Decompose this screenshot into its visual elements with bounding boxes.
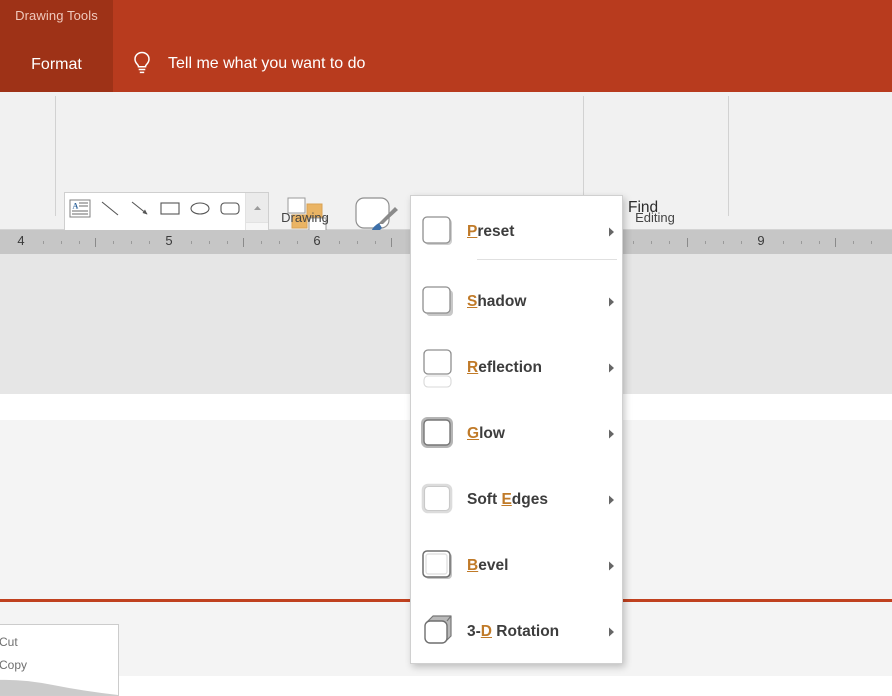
menu-item-soft-edges[interactable]: Soft Edges <box>411 470 622 530</box>
menu-item-label-rest: reset <box>477 223 514 240</box>
tell-me-label: Tell me what you want to do <box>168 55 365 73</box>
submenu-arrow-icon <box>600 227 622 237</box>
accelerator-key: P <box>467 223 477 240</box>
ruler-number: 5 <box>165 233 172 248</box>
group-divider <box>728 96 729 216</box>
menu-item-label: Shadow <box>467 293 600 311</box>
menu-item-bevel[interactable]: Bevel <box>411 536 622 596</box>
shadow-effect-icon <box>411 272 467 332</box>
accelerator-key: E <box>501 491 511 508</box>
ribbon-title-bar: Drawing Tools Format Tell me what you wa… <box>0 0 892 92</box>
menu-item-label-start: 3- <box>467 623 481 640</box>
tab-format[interactable]: Format <box>0 56 113 74</box>
submenu-arrow-icon <box>600 297 622 307</box>
bevel-effect-icon <box>411 536 467 596</box>
menu-item-label: Soft Edges <box>467 491 600 509</box>
oval-shape[interactable] <box>185 193 215 223</box>
lightbulb-icon <box>130 49 154 79</box>
menu-item-label: Glow <box>467 425 600 443</box>
submenu-arrow-icon <box>600 561 622 571</box>
soft-edges-effect-icon <box>411 470 467 530</box>
svg-text:A: A <box>73 201 79 210</box>
ruler-tick <box>391 238 392 247</box>
menu-item-glow[interactable]: Glow <box>411 404 622 464</box>
tell-me-search[interactable]: Tell me what you want to do <box>130 48 365 80</box>
3d-rotation-effect-icon <box>411 602 467 662</box>
menu-item-reflection[interactable]: Reflection <box>411 338 622 398</box>
submenu-arrow-icon <box>600 495 622 505</box>
menu-item-label-rest: evel <box>478 557 508 574</box>
rectangle-shape[interactable] <box>155 193 185 223</box>
menu-item-label-rest: hadow <box>477 293 526 310</box>
decorative-swoosh <box>0 653 118 695</box>
line-shape[interactable] <box>95 193 125 223</box>
context-menu-item-cut[interactable]: Cut <box>0 635 18 649</box>
ruler-tick <box>835 238 836 247</box>
menu-item-label-start: Soft <box>467 491 501 508</box>
menu-separator <box>477 259 617 260</box>
ruler-number: 6 <box>313 233 320 248</box>
textbox-shape[interactable]: A <box>65 193 95 223</box>
ruler-number: 9 <box>757 233 764 248</box>
accelerator-key: G <box>467 425 479 442</box>
group-divider <box>55 96 56 216</box>
submenu-arrow-icon <box>600 363 622 373</box>
preset-effect-icon <box>411 202 467 262</box>
accelerator-key: S <box>467 293 477 310</box>
line-arrow-shape[interactable] <box>125 193 155 223</box>
context-menu-partial[interactable]: Cut Copy <box>0 624 119 696</box>
shape-effects-dropdown[interactable]: Preset Shadow Reflection <box>410 195 623 664</box>
menu-item-3d-rotation[interactable]: 3-D Rotation <box>411 602 622 662</box>
context-tab-title: Drawing Tools <box>0 8 113 23</box>
ruler-number: 4 <box>17 233 24 248</box>
menu-item-shadow[interactable]: Shadow <box>411 272 622 332</box>
menu-item-label-rest: Rotation <box>492 623 559 640</box>
drawing-tools-context-tab[interactable]: Drawing Tools Format <box>0 0 113 92</box>
ruler-tick <box>95 238 96 247</box>
menu-item-label: Preset <box>467 223 600 241</box>
ruler-tick <box>687 238 688 247</box>
menu-item-label: Bevel <box>467 557 600 575</box>
menu-item-label-rest: dges <box>512 491 548 508</box>
accelerator-key: D <box>481 623 492 640</box>
reflection-effect-icon <box>411 338 467 398</box>
glow-effect-icon <box>411 404 467 464</box>
accelerator-key: B <box>467 557 478 574</box>
menu-item-label-rest: low <box>479 425 505 442</box>
menu-item-label: Reflection <box>467 359 600 377</box>
accelerator-key: R <box>467 359 478 376</box>
ruler-tick <box>243 238 244 247</box>
group-label-drawing: Drawing <box>230 210 380 225</box>
menu-item-label-rest: eflection <box>478 359 542 376</box>
submenu-arrow-icon <box>600 627 622 637</box>
submenu-arrow-icon <box>600 429 622 439</box>
menu-item-preset[interactable]: Preset <box>411 202 622 262</box>
menu-item-label: 3-D Rotation <box>467 623 600 641</box>
